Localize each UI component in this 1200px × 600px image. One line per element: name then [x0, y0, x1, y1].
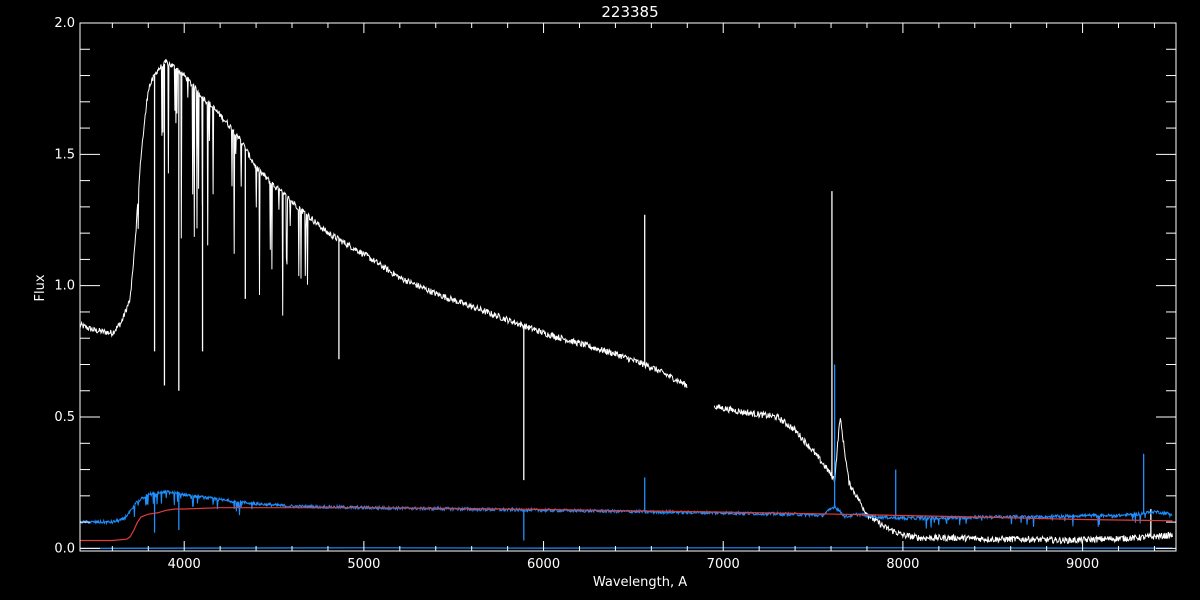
x-tick-label: 9000 [1066, 557, 1099, 572]
x-tick-label: 4000 [168, 557, 201, 572]
y-tick-label: 1.0 [54, 279, 75, 294]
x-axis-label: Wavelength, A [593, 575, 687, 590]
x-tick-label: 5000 [347, 557, 380, 572]
x-tick-label: 7000 [707, 557, 740, 572]
series-4-line [79, 547, 1173, 549]
y-tick-label: 2.0 [54, 16, 75, 31]
y-tick-label: 0.5 [54, 410, 75, 425]
spectrum-chart: 223385 Wavelength, A Flux 4000 5000 6000 70… [0, 0, 1200, 600]
y-axis-label: Flux [33, 274, 48, 301]
x-tick-label: 6000 [527, 557, 560, 572]
series-4 [79, 547, 1173, 549]
y-tick-label: 0.0 [54, 541, 75, 556]
x-tick-label: 8000 [886, 557, 919, 572]
y-tick-label: 1.5 [54, 147, 75, 162]
chart-title: 223385 [601, 3, 658, 21]
